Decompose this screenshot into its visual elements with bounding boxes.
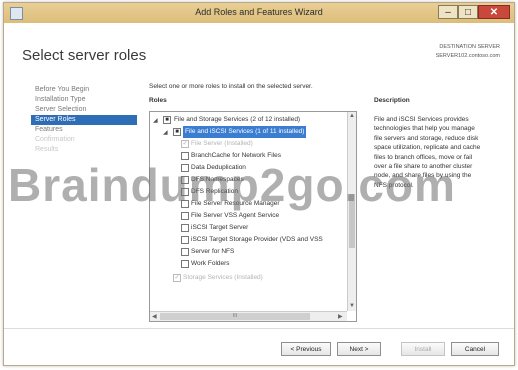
description-line: technologies that help you manage bbox=[374, 125, 475, 133]
description-line: file servers and storage, reduce disk bbox=[374, 134, 479, 142]
scroll-right-icon[interactable]: ▶ bbox=[338, 313, 343, 320]
destination-server-name: SERVER102.contoso.com bbox=[435, 53, 500, 59]
role-label: Storage Services (Installed) bbox=[183, 274, 263, 281]
page-title: Select server roles bbox=[22, 47, 147, 64]
nav-item-confirmation: Confirmation bbox=[35, 136, 75, 143]
description-header: Description bbox=[374, 97, 410, 104]
role-label: File and iSCSI Services (1 of 11 install… bbox=[183, 126, 307, 138]
description-line: File and iSCSI Services provides bbox=[374, 116, 469, 123]
scroll-down-icon[interactable]: ▼ bbox=[349, 303, 355, 309]
checkbox-icon[interactable] bbox=[181, 260, 189, 268]
checkbox-icon[interactable] bbox=[181, 164, 189, 172]
vertical-scrollbar[interactable]: ▲ ▼ bbox=[347, 112, 356, 311]
nav-item-features[interactable]: Features bbox=[31, 125, 137, 135]
description-line: node, and share files by using the bbox=[374, 172, 472, 180]
nav-item-server-selection[interactable]: Server Selection bbox=[31, 105, 137, 115]
scroll-up-icon[interactable]: ▲ bbox=[349, 113, 355, 119]
description-line: files to branch offices, move or fail bbox=[374, 153, 473, 161]
role-label: File and Storage Services (2 of 12 insta… bbox=[174, 116, 301, 123]
close-button[interactable]: ✕ bbox=[478, 5, 510, 19]
description-line: over a file share to another cluster bbox=[374, 163, 473, 171]
checkbox-icon[interactable] bbox=[181, 212, 189, 220]
description-line: NFS protocol. bbox=[374, 181, 414, 189]
nav-item-before-you-begin[interactable]: Before You Begin bbox=[31, 85, 137, 95]
roles-tree: ◢ ■ File and Storage Services (2 of 12 i… bbox=[149, 111, 357, 322]
role-label: File Server VSS Agent Service bbox=[191, 212, 280, 219]
nav-item-server-roles[interactable]: Server Roles bbox=[31, 115, 137, 125]
checkbox-icon[interactable] bbox=[181, 200, 189, 208]
role-label: Work Folders bbox=[191, 260, 230, 267]
role-label: File Server (Installed) bbox=[191, 140, 253, 147]
nav-item-results: Results bbox=[35, 146, 59, 153]
checkbox-icon[interactable] bbox=[181, 224, 189, 232]
cancel-button[interactable]: Cancel bbox=[451, 342, 499, 356]
expand-arrow-icon[interactable]: ◢ bbox=[163, 127, 168, 139]
destination-server-label: DESTINATION SERVER bbox=[439, 44, 500, 50]
checkbox-icon[interactable] bbox=[181, 236, 189, 244]
description-line: space utilization, replicate and cache bbox=[374, 144, 481, 152]
checkbox-partial-icon[interactable]: ■ bbox=[163, 116, 171, 124]
wizard-nav: Before You Begin Installation Type Serve… bbox=[31, 85, 137, 155]
horizontal-scroll-thumb[interactable]: III bbox=[160, 313, 310, 320]
role-label: File Server Resource Manager bbox=[191, 200, 280, 207]
maximize-button[interactable]: □ bbox=[458, 5, 478, 19]
checkbox-checked-icon: ✓ bbox=[181, 140, 189, 148]
role-label: iSCSI Target Server bbox=[191, 224, 249, 231]
role-label: BranchCache for Network Files bbox=[191, 152, 281, 159]
role-label: DFS Namespaces bbox=[191, 176, 244, 183]
previous-button[interactable]: < Previous bbox=[281, 342, 331, 356]
title-bar: Add Roles and Features Wizard ‒ □ ✕ bbox=[4, 3, 514, 23]
vertical-scroll-thumb[interactable] bbox=[349, 194, 355, 248]
nav-item-installation-type[interactable]: Installation Type bbox=[31, 95, 137, 105]
description-text: File and iSCSI Services provides technol… bbox=[374, 115, 502, 190]
minimize-button[interactable]: ‒ bbox=[438, 5, 458, 19]
instruction-text: Select one or more roles to install on t… bbox=[149, 83, 313, 90]
checkbox-checked-icon: ✓ bbox=[173, 274, 181, 282]
role-label: Server for NFS bbox=[191, 248, 235, 255]
checkbox-icon[interactable] bbox=[181, 248, 189, 256]
checkbox-icon[interactable] bbox=[181, 152, 189, 160]
roles-header: Roles bbox=[149, 97, 167, 104]
footer-divider bbox=[4, 328, 514, 329]
expand-arrow-icon[interactable]: ◢ bbox=[153, 115, 158, 127]
wizard-window: Add Roles and Features Wizard ‒ □ ✕ Sele… bbox=[3, 2, 515, 366]
scroll-left-icon[interactable]: ◀ bbox=[152, 313, 157, 320]
role-label: DFS Replication bbox=[191, 188, 238, 195]
checkbox-icon[interactable] bbox=[181, 176, 189, 184]
role-label: Data Deduplication bbox=[191, 164, 246, 171]
next-button[interactable]: Next > bbox=[337, 342, 381, 356]
checkbox-partial-icon[interactable]: ■ bbox=[173, 128, 181, 136]
role-label: iSCSI Target Storage Provider (VDS and V… bbox=[191, 236, 323, 243]
horizontal-scrollbar[interactable]: ◀ III ▶ bbox=[150, 311, 347, 321]
checkbox-icon[interactable] bbox=[181, 188, 189, 196]
install-button: Install bbox=[401, 342, 445, 356]
